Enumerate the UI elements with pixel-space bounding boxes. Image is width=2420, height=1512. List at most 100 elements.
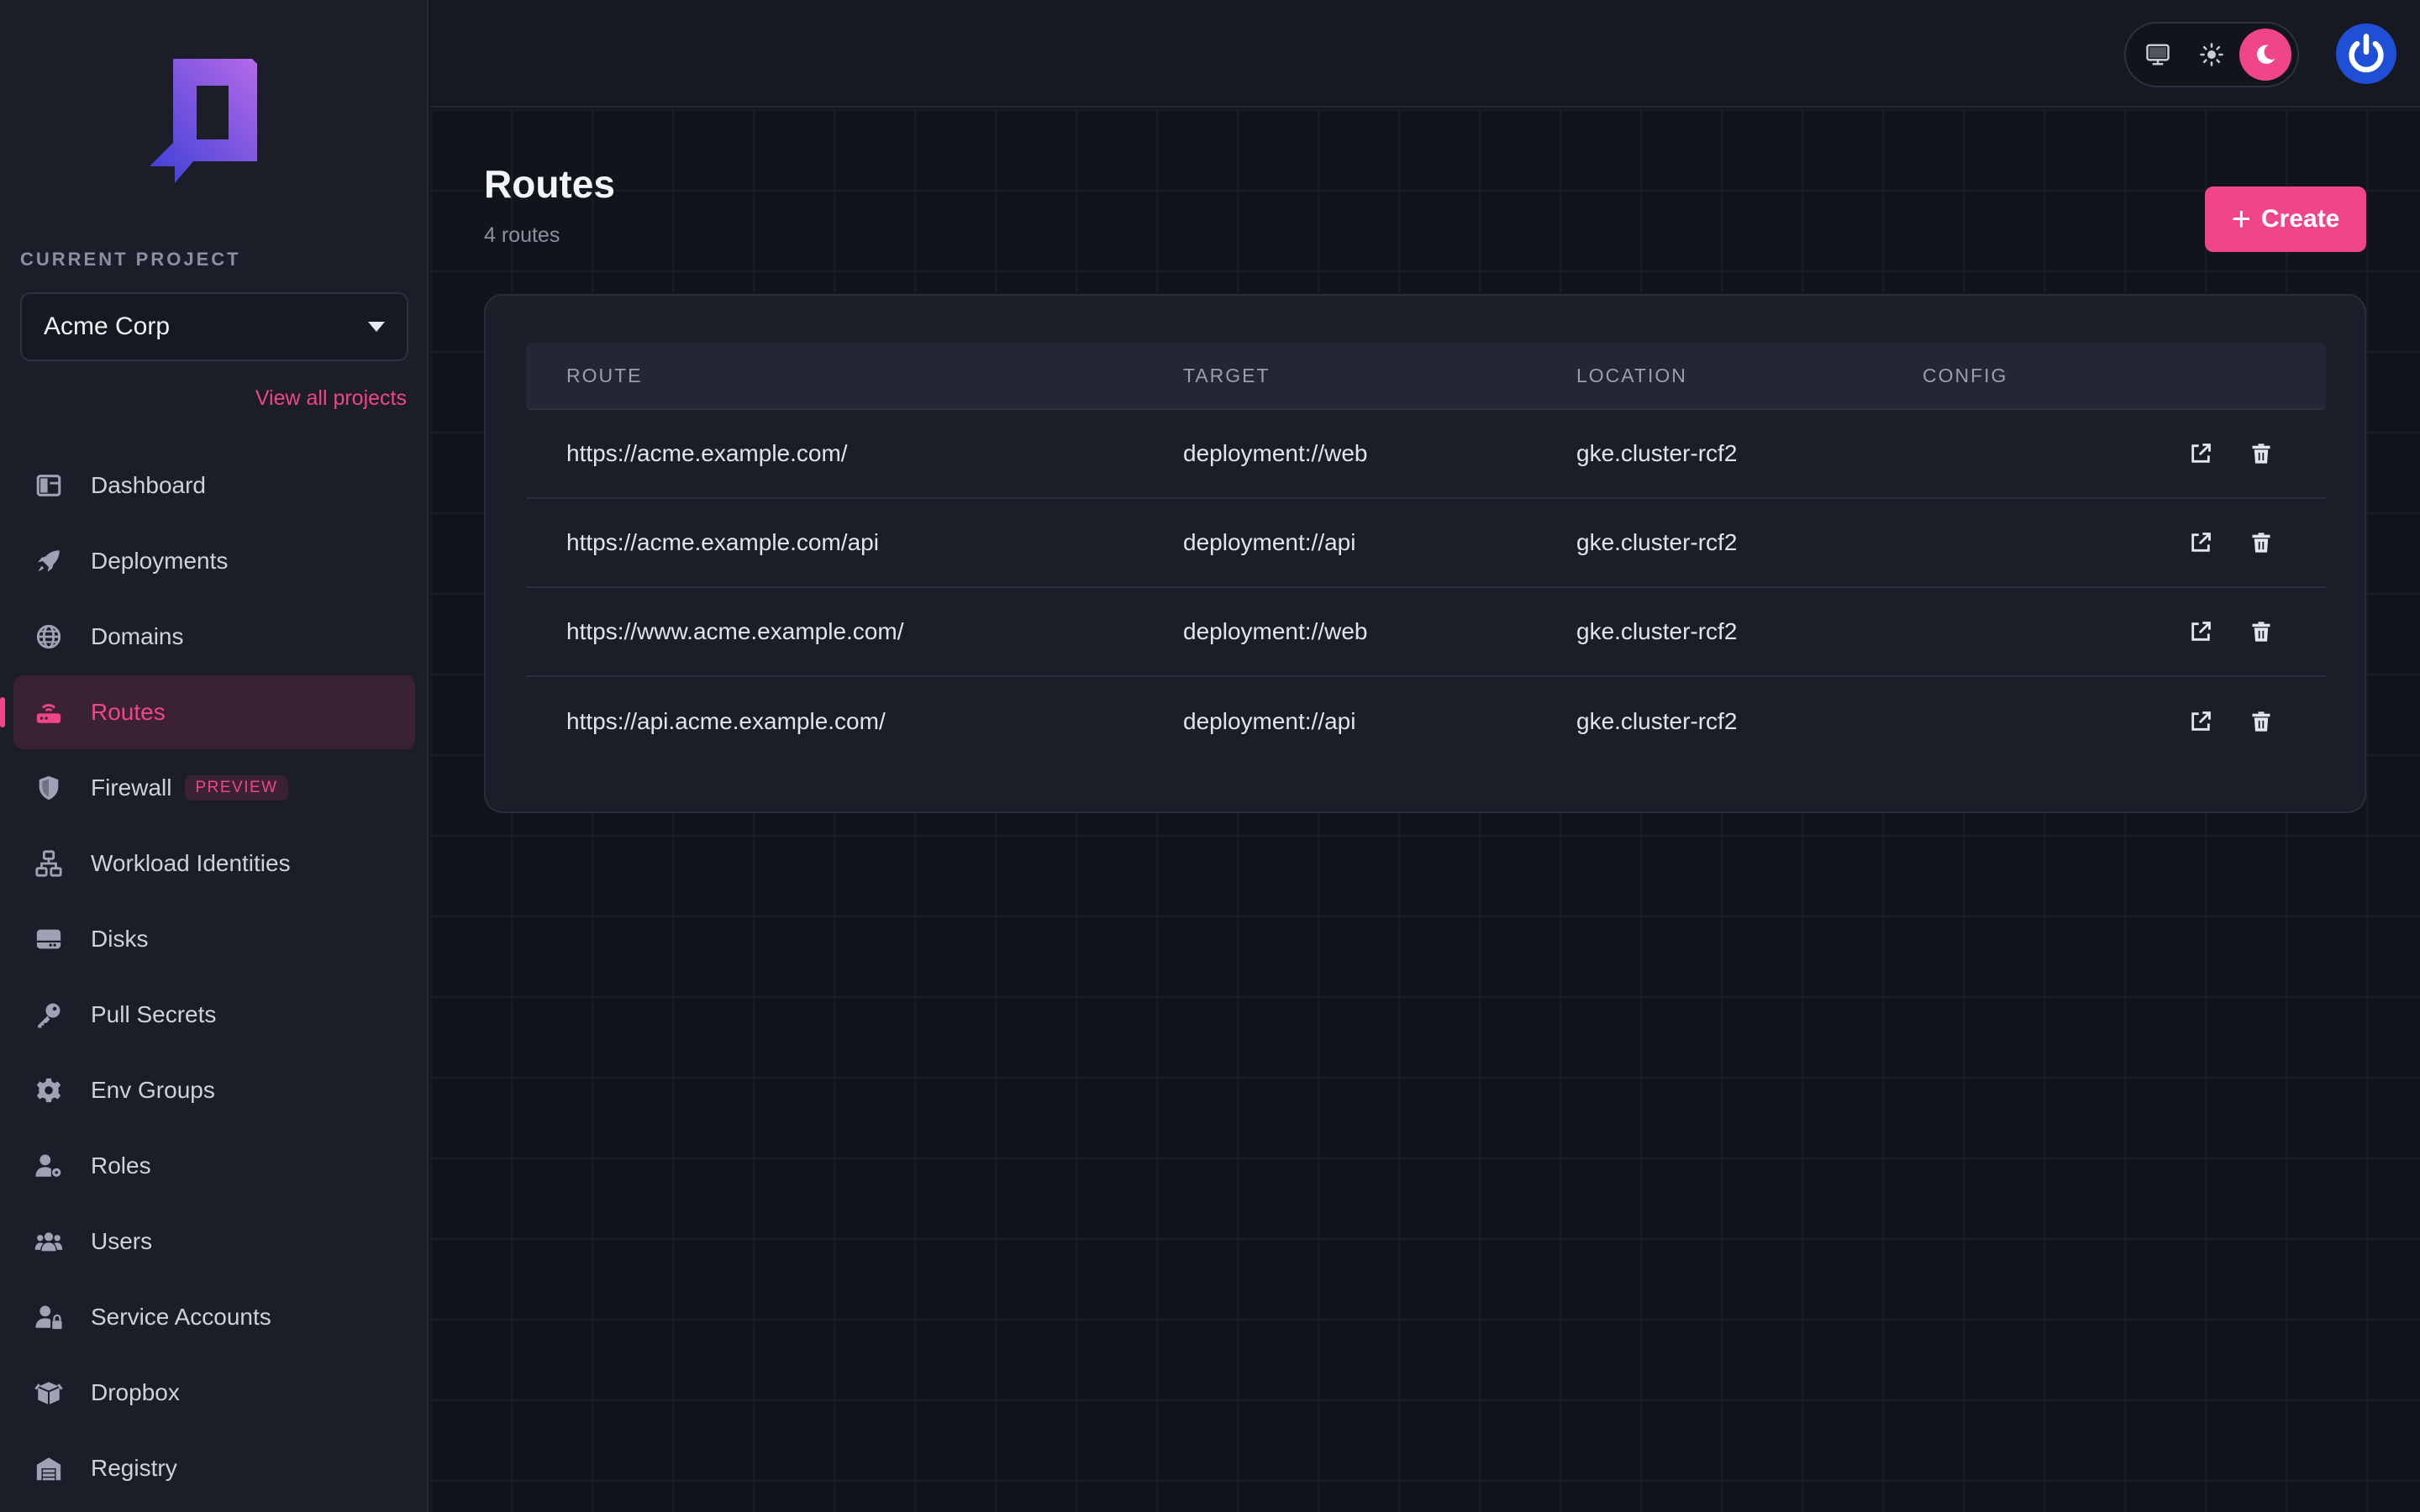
- theme-dark-button[interactable]: [2239, 29, 2291, 81]
- external-link-icon[interactable]: [2188, 530, 2213, 555]
- row-actions: [2116, 441, 2326, 466]
- column-location: LOCATION: [1576, 364, 1687, 386]
- network-icon: [34, 848, 64, 879]
- user-gear-icon: [34, 1151, 64, 1181]
- sidebar-item-users[interactable]: Users: [13, 1205, 415, 1278]
- globe-icon: [34, 622, 64, 652]
- sidebar-item-disks[interactable]: Disks: [13, 902, 415, 976]
- trash-icon[interactable]: [2249, 619, 2274, 644]
- plus-icon: +: [2231, 201, 2251, 238]
- sidebar-item-deployments[interactable]: Deployments: [13, 524, 415, 598]
- sidebar-item-label: Env Groups: [91, 1077, 215, 1103]
- routes-table: ROUTE TARGET LOCATION CONFIG https://acm…: [526, 343, 2326, 766]
- theme-toggle: [2124, 22, 2299, 87]
- router-icon: [34, 697, 64, 727]
- sidebar-item-label: Dropbox: [91, 1379, 180, 1405]
- monitor-icon: [2146, 44, 2170, 66]
- cell-target: deployment://web: [1183, 440, 1368, 466]
- cell-target: deployment://api: [1183, 708, 1356, 734]
- cell-route: https://api.acme.example.com/: [566, 708, 886, 734]
- sidebar-item-routes[interactable]: Routes: [0, 675, 415, 749]
- power-icon: [2349, 34, 2384, 73]
- cell-route: https://acme.example.com/api: [566, 529, 879, 555]
- preview-badge: PREVIEW: [185, 775, 288, 801]
- external-link-icon[interactable]: [2188, 709, 2213, 734]
- app-logo[interactable]: [150, 55, 257, 190]
- sidebar-item-label: Disks: [91, 926, 149, 952]
- shield-icon: [34, 773, 64, 803]
- row-actions: [2116, 709, 2326, 734]
- app-root: CURRENT PROJECT Acme Corp View all proje…: [0, 0, 2420, 1512]
- routes-card: ROUTE TARGET LOCATION CONFIG https://acm…: [484, 294, 2366, 813]
- sidebar-nav: Dashboard Deployments Domains Routes Fir…: [0, 449, 415, 1507]
- cell-target: deployment://web: [1183, 618, 1368, 644]
- table-header: ROUTE TARGET LOCATION CONFIG: [526, 343, 2326, 410]
- main-content: Routes 4 routes + Create ROUTE TARGET LO…: [430, 109, 2420, 1512]
- page-title: Routes: [484, 162, 615, 206]
- sidebar: CURRENT PROJECT Acme Corp View all proje…: [0, 0, 429, 1512]
- cell-target: deployment://api: [1183, 529, 1356, 555]
- cell-location: gke.cluster-rcf2: [1576, 708, 1738, 734]
- dashboard-icon: [34, 470, 64, 501]
- avatar[interactable]: [2336, 24, 2396, 84]
- project-select[interactable]: Acme Corp: [20, 292, 408, 361]
- topbar: [430, 0, 2420, 108]
- cell-route: https://acme.example.com/: [566, 440, 848, 466]
- theme-system-button[interactable]: [2132, 29, 2184, 81]
- trash-icon[interactable]: [2249, 709, 2274, 734]
- create-button[interactable]: + Create: [2205, 186, 2366, 252]
- table-row: https://www.acme.example.com/ deployment…: [526, 588, 2326, 677]
- sidebar-item-pull-secrets[interactable]: Pull Secrets: [13, 978, 415, 1052]
- sun-icon: [2200, 43, 2223, 66]
- sidebar-item-label: Pull Secrets: [91, 1001, 217, 1027]
- cell-location: gke.cluster-rcf2: [1576, 618, 1738, 644]
- trash-icon[interactable]: [2249, 441, 2274, 466]
- create-label: Create: [2260, 205, 2340, 233]
- row-actions: [2116, 619, 2326, 644]
- sidebar-item-dropbox[interactable]: Dropbox: [13, 1356, 415, 1430]
- cell-location: gke.cluster-rcf2: [1576, 440, 1738, 466]
- rocket-icon: [34, 546, 64, 576]
- sidebar-item-label: Users: [91, 1228, 153, 1254]
- column-route: ROUTE: [566, 364, 643, 386]
- row-actions: [2116, 530, 2326, 555]
- theme-light-button[interactable]: [2186, 29, 2238, 81]
- moon-icon: [2257, 45, 2275, 64]
- table-row: https://acme.example.com/ deployment://w…: [526, 410, 2326, 499]
- sidebar-item-label: Workload Identities: [91, 850, 291, 876]
- disk-icon: [34, 924, 64, 954]
- external-link-icon[interactable]: [2188, 441, 2213, 466]
- sidebar-item-roles[interactable]: Roles: [13, 1129, 415, 1203]
- view-all-projects-link[interactable]: View all projects: [255, 386, 407, 411]
- column-config: CONFIG: [1923, 364, 2008, 386]
- caret-down-icon: [368, 322, 385, 332]
- cell-location: gke.cluster-rcf2: [1576, 529, 1738, 555]
- trash-icon[interactable]: [2249, 530, 2274, 555]
- sidebar-item-label: Registry: [91, 1455, 177, 1481]
- table-row: https://acme.example.com/api deployment:…: [526, 499, 2326, 588]
- sidebar-item-label: Service Accounts: [91, 1304, 271, 1330]
- sidebar-item-label: Deployments: [91, 548, 229, 574]
- sidebar-item-env-groups[interactable]: Env Groups: [13, 1053, 415, 1127]
- sidebar-item-registry[interactable]: Registry: [13, 1431, 415, 1505]
- user-lock-icon: [34, 1302, 64, 1332]
- sidebar-item-service-accounts[interactable]: Service Accounts: [13, 1280, 415, 1354]
- route-count: 4 routes: [484, 223, 560, 247]
- project-name: Acme Corp: [44, 312, 171, 340]
- sidebar-item-label: Domains: [91, 623, 184, 649]
- sidebar-item-label: Roles: [91, 1152, 151, 1179]
- column-target: TARGET: [1183, 364, 1270, 386]
- external-link-icon[interactable]: [2188, 619, 2213, 644]
- cell-route: https://www.acme.example.com/: [566, 618, 904, 644]
- project-label: CURRENT PROJECT: [20, 249, 241, 270]
- box-icon: [34, 1378, 64, 1408]
- table-row: https://api.acme.example.com/ deployment…: [526, 677, 2326, 766]
- sidebar-item-domains[interactable]: Domains: [13, 600, 415, 674]
- warehouse-icon: [34, 1453, 64, 1483]
- sidebar-item-label: Dashboard: [91, 472, 206, 498]
- sidebar-item-label: Routes: [91, 699, 166, 725]
- sidebar-item-label: Firewall: [91, 774, 172, 801]
- sidebar-item-firewall[interactable]: Firewall PREVIEW: [13, 751, 415, 825]
- sidebar-item-workload-identities[interactable]: Workload Identities: [13, 827, 415, 900]
- sidebar-item-dashboard[interactable]: Dashboard: [13, 449, 415, 522]
